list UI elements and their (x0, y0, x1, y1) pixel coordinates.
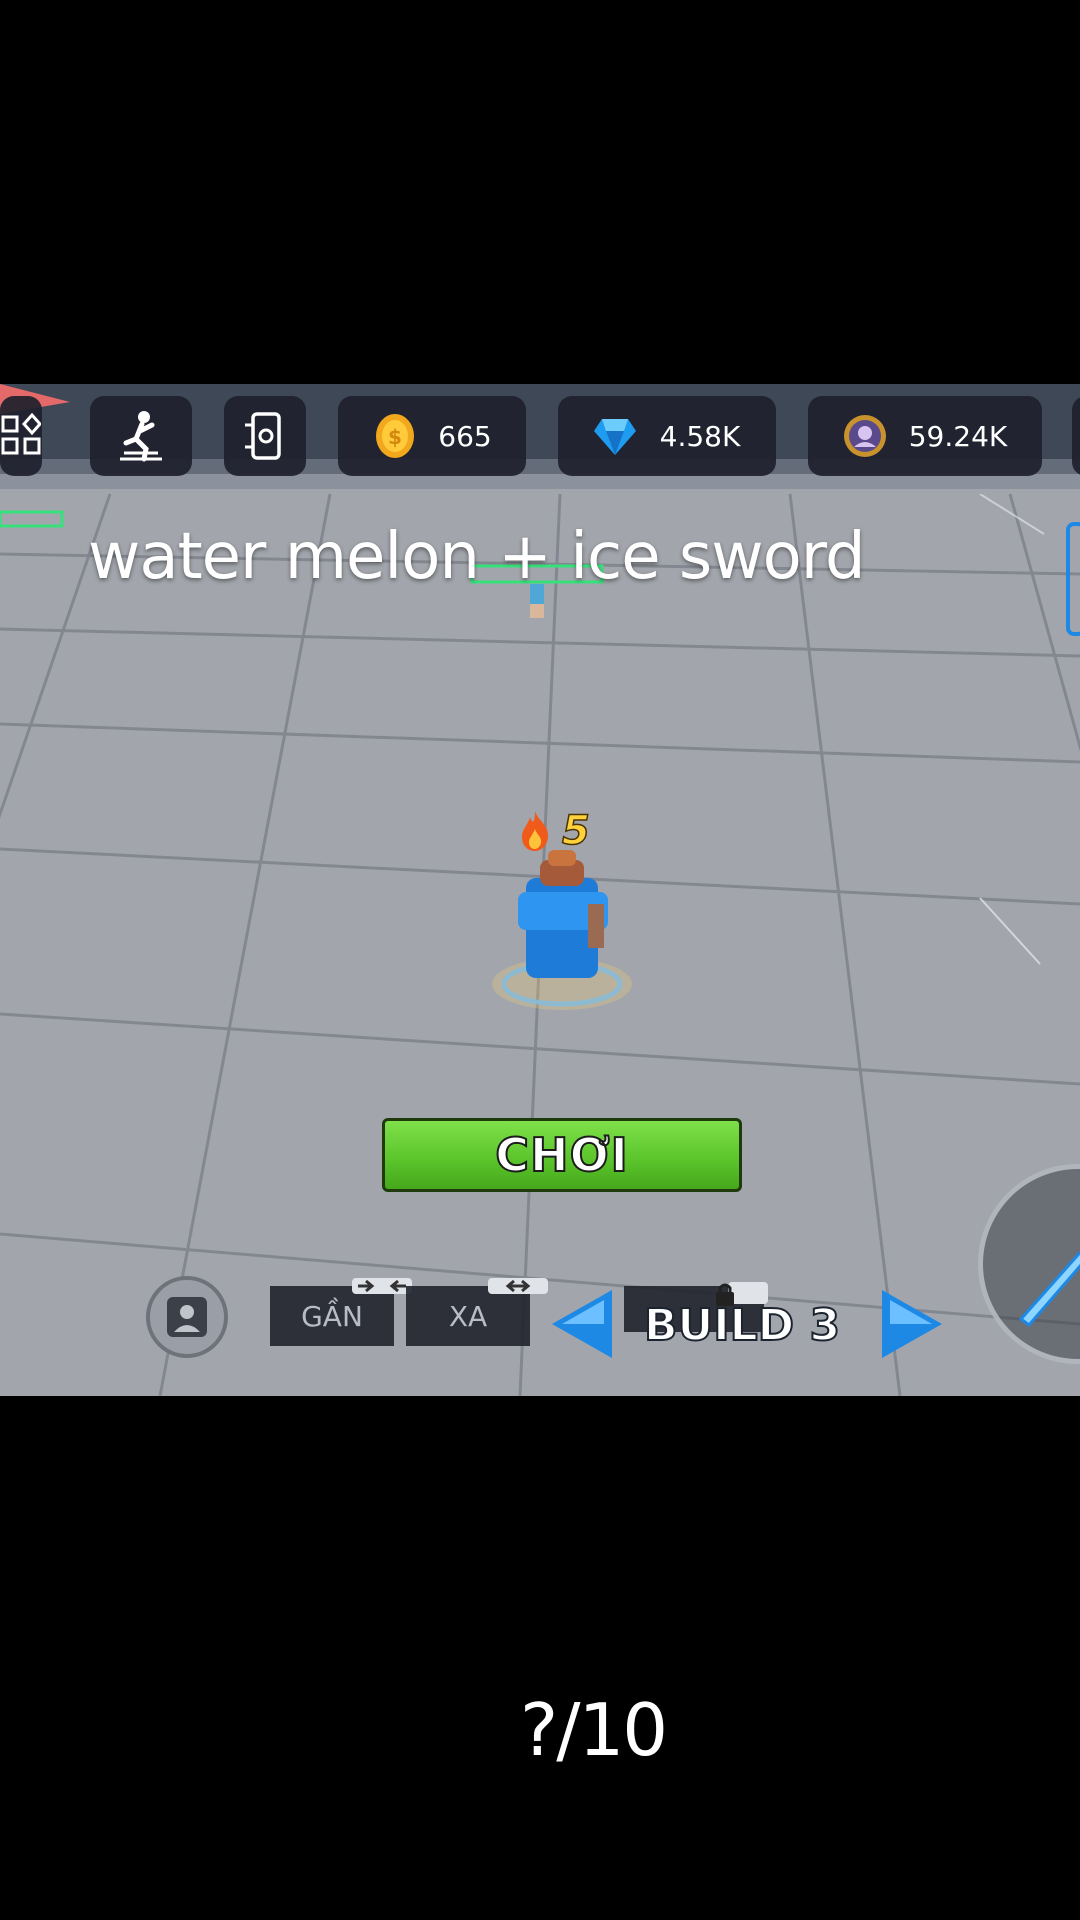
gems-counter[interactable]: 4.58K (558, 396, 776, 476)
menu-button[interactable] (0, 396, 42, 476)
rating-text: ?/10 (520, 1688, 668, 1772)
fire-icon (522, 811, 549, 851)
emote-button[interactable] (90, 396, 192, 476)
previous-build-arrow[interactable] (548, 1286, 614, 1362)
coins-counter[interactable]: $ 665 (338, 396, 526, 476)
svg-text:$: $ (388, 425, 402, 449)
coins-value: 665 (438, 419, 492, 453)
play-button[interactable]: CHƠI (382, 1118, 742, 1192)
streak-value: 5 (561, 807, 590, 855)
expand-arrows-icon (488, 1278, 548, 1294)
next-build-arrow[interactable] (880, 1286, 946, 1362)
tokens-counter[interactable]: 59.24K (808, 396, 1042, 476)
build-label: BUILD 3 (643, 1299, 841, 1352)
sword-icon (1018, 1250, 1080, 1328)
video-caption: water melon + ice sword (88, 520, 866, 594)
token-icon (844, 415, 886, 457)
device-settings-button[interactable] (224, 396, 306, 476)
grid-menu-icon (1, 413, 41, 455)
emote-icon (120, 411, 162, 462)
light-streak (979, 494, 1045, 965)
coin-icon: $ (376, 414, 414, 458)
extra-hud-button[interactable] (1072, 396, 1080, 476)
near-label: GẦN (301, 1299, 363, 1333)
compress-arrows-icon (352, 1278, 412, 1294)
far-label: XA (448, 1299, 488, 1333)
streak-indicator: 5 (518, 807, 591, 855)
avatar-button[interactable] (146, 1276, 228, 1358)
tokens-value: 59.24K (908, 419, 1008, 453)
gems-value: 4.58K (659, 419, 741, 453)
avatar-icon (167, 1297, 207, 1337)
gem-icon (594, 419, 636, 455)
device-settings-icon (245, 412, 281, 460)
